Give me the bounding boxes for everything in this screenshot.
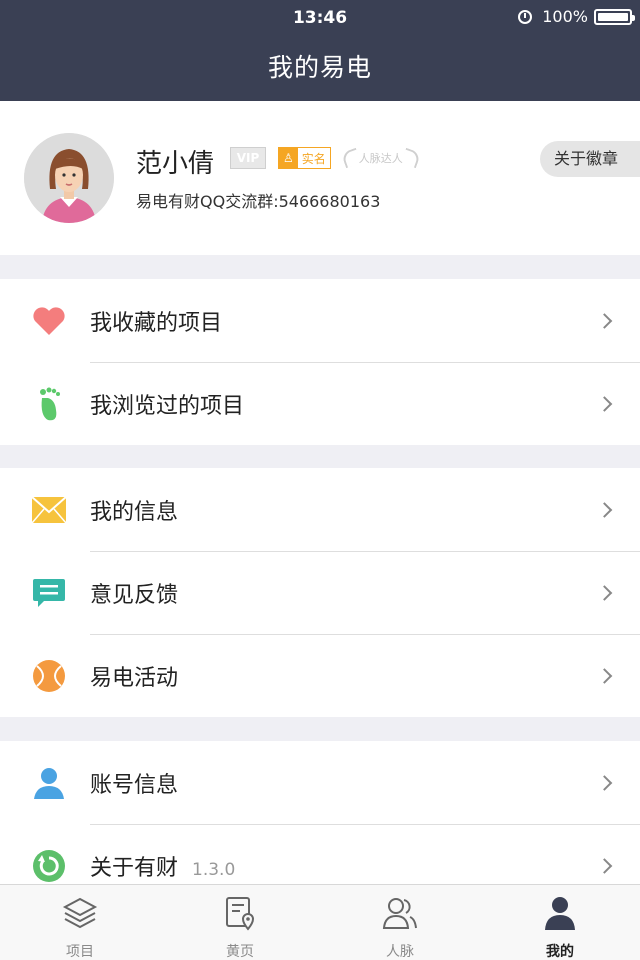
- person-icon: [545, 897, 575, 930]
- feedback-icon: [31, 575, 67, 611]
- chevron-right-icon: [596, 857, 613, 874]
- menu-item-favorites[interactable]: 我收藏的项目: [0, 279, 640, 362]
- people-icon: [382, 898, 417, 929]
- header: 13:46 100% 我的易电: [0, 0, 640, 101]
- heart-icon: [31, 303, 67, 339]
- vip-badge: VIP: [230, 147, 266, 169]
- menu-item-activity[interactable]: 易电活动: [0, 634, 640, 717]
- version-text: 1.3.0: [192, 859, 236, 880]
- footprint-icon: [31, 386, 67, 422]
- qq-group-text: 易电有财QQ交流群:5466680163: [136, 192, 381, 211]
- battery-icon: [594, 8, 635, 25]
- user-name: 范小倩: [136, 149, 215, 179]
- profile-card[interactable]: 范小倩 VIP ♙ 实名 人脉达人 易电有财QQ交流群:5466680163 关…: [0, 101, 640, 255]
- wing-icon: [400, 147, 422, 169]
- tab-mine[interactable]: 我的: [480, 885, 640, 960]
- menu-item-history[interactable]: 我浏览过的项目: [0, 362, 640, 445]
- menu-item-feedback[interactable]: 意见反馈: [0, 551, 640, 634]
- chevron-right-icon: [596, 395, 613, 412]
- badge-list: VIP ♙ 实名 人脉达人: [230, 147, 422, 169]
- alarm-icon: [518, 9, 533, 24]
- menu-group-favorites: 我收藏的项目 我浏览过的项目: [0, 279, 640, 445]
- menu-item-about[interactable]: 关于有财 1.3.0: [0, 824, 640, 884]
- menu-item-account[interactable]: 账号信息: [0, 741, 640, 824]
- about-badge-button[interactable]: 关于徽章: [540, 141, 640, 177]
- tab-yellow-pages[interactable]: 黄页: [160, 885, 320, 960]
- page-title: 我的易电: [267, 53, 372, 82]
- avatar[interactable]: [24, 133, 114, 223]
- map-doc-icon: [226, 897, 255, 931]
- realname-icon: ♙: [279, 148, 298, 168]
- chevron-right-icon: [596, 584, 613, 601]
- chevron-right-icon: [596, 312, 613, 329]
- chevron-right-icon: [596, 667, 613, 684]
- tab-bar: 项目 黄页 人脉 我的: [0, 884, 640, 960]
- ball-icon: [31, 658, 67, 694]
- refresh-icon: [31, 848, 67, 884]
- status-right: 100%: [518, 7, 635, 26]
- chevron-right-icon: [596, 774, 613, 791]
- tab-projects[interactable]: 项目: [0, 885, 160, 960]
- realname-badge: ♙ 实名: [278, 147, 331, 169]
- layers-icon: [62, 897, 98, 929]
- menu-item-messages[interactable]: 我的信息: [0, 468, 640, 551]
- tab-contacts[interactable]: 人脉: [320, 885, 480, 960]
- about-label: 关于有财: [90, 855, 179, 881]
- user-icon: [31, 765, 67, 801]
- chevron-right-icon: [596, 501, 613, 518]
- battery-percent: 100%: [542, 7, 588, 26]
- envelope-icon: [31, 492, 67, 528]
- menu-group-account: 账号信息 关于有财 1.3.0: [0, 741, 640, 884]
- menu-group-info: 我的信息 意见反馈 易电活动: [0, 468, 640, 717]
- social-badge: 人脉达人: [340, 147, 422, 169]
